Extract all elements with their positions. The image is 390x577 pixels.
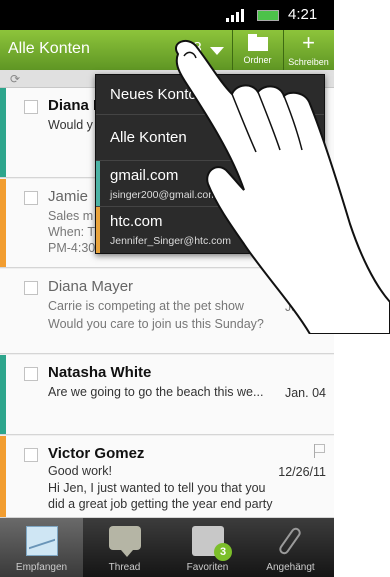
- account-color-stripe: [0, 355, 6, 434]
- phone-screen: 4:21 Alle Konten 18 Ordner + Schreiben ⟳…: [0, 0, 334, 577]
- tab-attachments[interactable]: Angehängt: [249, 518, 332, 577]
- tab-favorites[interactable]: 3 Favoriten: [166, 518, 249, 577]
- message-sender: Jamie: [48, 188, 89, 205]
- folder-button-label: Ordner: [243, 55, 272, 65]
- tab-label: Thread: [108, 562, 141, 573]
- account-color-stripe: [96, 207, 100, 253]
- tab-inbox[interactable]: Empfangen: [0, 518, 83, 577]
- select-checkbox[interactable]: [24, 448, 38, 462]
- select-checkbox[interactable]: [24, 191, 38, 205]
- message-subject: Sales m: [48, 209, 94, 223]
- folder-icon: [247, 34, 268, 51]
- account-email: jsinger200@gmail.com: [110, 189, 217, 201]
- unread-count: 18: [184, 40, 202, 57]
- tab-label: Angehängt: [266, 562, 315, 573]
- message-preview: Hi Jen, I just wanted to tell you that y…: [48, 481, 266, 495]
- message-preview: PM-4:30: [48, 241, 96, 255]
- tab-label: Favoriten: [186, 562, 229, 573]
- account-dropdown[interactable]: Alle Konten 18: [0, 30, 230, 70]
- account-dropdown-label: Alle Konten: [8, 40, 90, 57]
- favorites-icon: 3: [192, 526, 232, 561]
- tab-thread[interactable]: Thread: [83, 518, 166, 577]
- menu-item-account-htc[interactable]: htc.com Jennifer_Singer@htc.com: [96, 207, 324, 253]
- message-row[interactable]: Natasha White Are we going to go the bea…: [0, 355, 334, 435]
- account-email: Jennifer_Singer@htc.com: [110, 235, 231, 247]
- folder-button[interactable]: Ordner: [232, 30, 282, 70]
- menu-item-new-account[interactable]: Neues Konto: [96, 75, 324, 115]
- account-color-stripe: [96, 161, 100, 206]
- message-date: Jan. 04: [284, 300, 326, 314]
- message-preview: Would you care to join us this Sunday?: [48, 317, 264, 331]
- menu-item-account-gmail[interactable]: gmail.com jsinger200@gmail.com: [96, 161, 324, 207]
- message-subject: Good work!: [48, 464, 112, 478]
- account-name: htc.com: [110, 213, 163, 230]
- status-bar: 4:21: [0, 0, 334, 30]
- message-row[interactable]: Diana Mayer Carrie is competing at the p…: [0, 269, 334, 354]
- compose-button[interactable]: + Schreiben: [283, 30, 333, 70]
- select-checkbox[interactable]: [24, 281, 38, 295]
- status-time: 4:21: [288, 6, 318, 23]
- tab-label: Empfangen: [15, 562, 68, 573]
- message-sender: Diana Mayer: [48, 278, 134, 295]
- flag-icon[interactable]: [314, 444, 325, 458]
- favorites-badge: 3: [214, 543, 232, 561]
- message-date: 12/26/11: [278, 465, 326, 479]
- message-preview: Would y: [48, 118, 93, 132]
- message-sender: Victor Gomez: [48, 445, 145, 462]
- battery-icon: [257, 10, 279, 21]
- message-preview: When: T: [48, 225, 96, 239]
- menu-item-all-accounts[interactable]: Alle Konten: [96, 115, 324, 161]
- account-color-stripe: [0, 179, 6, 267]
- envelope-icon: [26, 526, 58, 556]
- message-preview: did a great job getting the year end par…: [48, 497, 273, 511]
- menu-item-label: Neues Konto: [110, 86, 197, 103]
- plus-icon: +: [302, 30, 315, 55]
- account-name: gmail.com: [110, 167, 179, 184]
- compose-button-label: Schreiben: [288, 57, 329, 67]
- menu-item-label: Alle Konten: [110, 129, 187, 146]
- bottom-tab-bar: Empfangen Thread 3 Favoriten Angehängt: [0, 518, 334, 577]
- signal-icon: [226, 9, 244, 22]
- account-color-stripe: [0, 88, 6, 177]
- message-preview: Are we going to go the beach this we...: [48, 385, 264, 399]
- sync-icon[interactable]: ⟳: [10, 72, 20, 86]
- message-row[interactable]: Victor Gomez Good work! 12/26/11 Hi Jen,…: [0, 436, 334, 518]
- select-checkbox[interactable]: [24, 367, 38, 381]
- chat-bubble-icon: [109, 526, 141, 557]
- action-bar: Alle Konten 18 Ordner + Schreiben: [0, 30, 334, 70]
- select-checkbox[interactable]: [24, 100, 38, 114]
- chevron-down-icon: [210, 47, 224, 55]
- paperclip-icon: [277, 525, 303, 557]
- account-color-stripe: [0, 436, 6, 517]
- account-menu: Neues Konto Alle Konten gmail.com jsinge…: [95, 74, 325, 254]
- message-sender: Natasha White: [48, 364, 152, 381]
- message-subject: Carrie is competing at the pet show: [48, 299, 244, 313]
- message-date: Jan. 04: [284, 386, 326, 400]
